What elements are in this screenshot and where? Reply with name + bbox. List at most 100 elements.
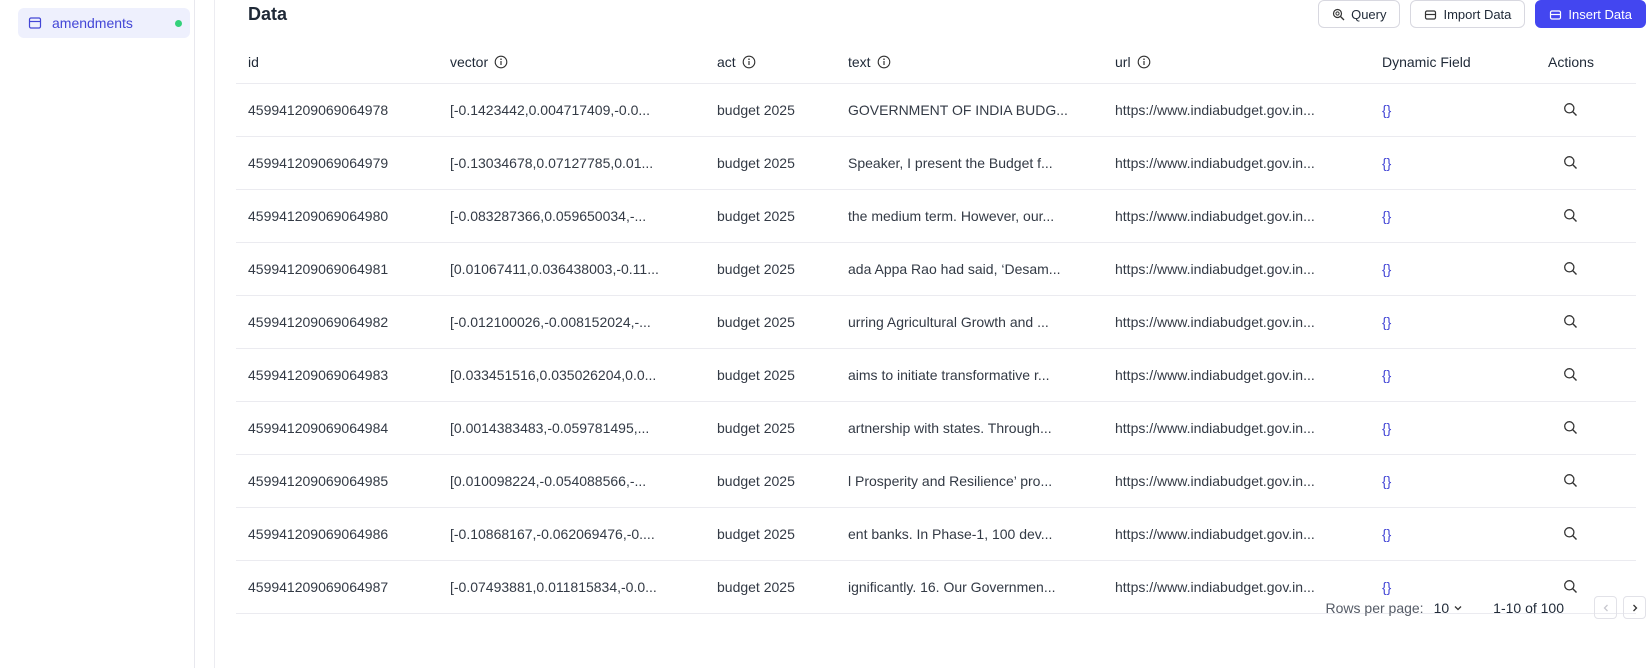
table-row[interactable]: 459941209069064982 [-0.012100026,-0.00815…	[236, 296, 1636, 349]
cell-vector: [-0.10868167,-0.062069476,-0....	[450, 526, 655, 542]
insert-button-label: Insert Data	[1568, 6, 1632, 22]
info-icon[interactable]	[877, 55, 891, 69]
cell-act: budget 2025	[717, 314, 795, 330]
info-icon[interactable]	[742, 55, 756, 69]
cell-act: budget 2025	[717, 526, 795, 542]
column-header-act[interactable]: act	[705, 54, 836, 70]
table-row[interactable]: 459941209069064983 [0.033451516,0.0350262…	[236, 349, 1636, 402]
cell-text: GOVERNMENT OF INDIA BUDG...	[848, 102, 1068, 118]
search-icon[interactable]	[1563, 261, 1579, 277]
query-button-label: Query	[1351, 6, 1387, 22]
table-row[interactable]: 459941209069064985 [0.010098224,-0.054088…	[236, 455, 1636, 508]
cell-url: https://www.indiabudget.gov.in...	[1115, 261, 1315, 277]
cell-actions	[1494, 155, 1636, 171]
column-header-url[interactable]: url	[1103, 54, 1370, 70]
search-icon[interactable]	[1563, 579, 1579, 595]
table-body: 459941209069064978 [-0.1423442,0.00471740…	[236, 84, 1636, 614]
cell-vector: [-0.07493881,0.011815834,-0.0...	[450, 579, 657, 595]
cell-text: ada Appa Rao had said, ‘Desam...	[848, 261, 1061, 277]
rows-per-page-select[interactable]: 10	[1434, 600, 1464, 616]
cell-actions	[1494, 314, 1636, 330]
search-icon[interactable]	[1563, 526, 1579, 542]
prev-page-button[interactable]	[1594, 596, 1617, 619]
rows-per-page-label: Rows per page:	[1325, 599, 1424, 616]
cell-act: budget 2025	[717, 261, 795, 277]
table-row[interactable]: 459941209069064984 [0.0014383483,-0.05978…	[236, 402, 1636, 455]
next-page-button[interactable]	[1623, 596, 1646, 619]
table-icon	[28, 16, 42, 30]
search-icon[interactable]	[1563, 208, 1579, 224]
cell-dynamic-field: {}	[1382, 579, 1392, 595]
cell-dynamic-field: {}	[1382, 314, 1392, 330]
cell-vector: [0.01067411,0.036438003,-0.11...	[450, 261, 659, 277]
import-data-button[interactable]: Import Data	[1410, 0, 1526, 28]
cell-url: https://www.indiabudget.gov.in...	[1115, 155, 1315, 171]
table-header: id vector act text url Dynamic Field Act…	[236, 40, 1636, 84]
info-icon[interactable]	[494, 55, 508, 69]
column-actions-label: Actions	[1548, 53, 1594, 70]
cell-id: 459941209069064979	[248, 155, 389, 171]
search-icon[interactable]	[1563, 314, 1579, 330]
cell-vector: [0.0014383483,-0.059781495,...	[450, 420, 650, 436]
cell-act: budget 2025	[717, 155, 795, 171]
cell-dynamic-field: {}	[1382, 261, 1392, 277]
cell-dynamic-field: {}	[1382, 473, 1392, 489]
collection-name: amendments	[52, 15, 133, 31]
search-icon[interactable]	[1563, 102, 1579, 118]
cell-vector: [-0.13034678,0.07127785,0.01...	[450, 155, 654, 171]
table-row[interactable]: 459941209069064979 [-0.13034678,0.0712778…	[236, 137, 1636, 190]
import-icon	[1424, 8, 1437, 21]
cell-text: aims to initiate transformative r...	[848, 367, 1050, 383]
column-header-actions: Actions	[1494, 54, 1636, 70]
pagination: Rows per page: 10 1-10 of 100	[1326, 596, 1646, 619]
column-header-id[interactable]: id	[236, 54, 438, 70]
table-row[interactable]: 459941209069064978 [-0.1423442,0.00471740…	[236, 84, 1636, 137]
search-icon[interactable]	[1563, 420, 1579, 436]
cell-actions	[1494, 367, 1636, 383]
cell-actions	[1494, 102, 1636, 118]
sidebar-item-collection[interactable]: amendments	[18, 8, 190, 38]
data-panel: Data Query Import Data Insert Data id ve…	[236, 0, 1649, 668]
column-vector-label: vector	[450, 53, 489, 70]
toolbar: Query Import Data Insert Data	[1318, 0, 1646, 28]
cell-id: 459941209069064982	[248, 314, 389, 330]
search-icon[interactable]	[1563, 367, 1579, 383]
cell-text: artnership with states. Through...	[848, 420, 1052, 436]
cell-act: budget 2025	[717, 473, 795, 489]
cell-url: https://www.indiabudget.gov.in...	[1115, 526, 1315, 542]
cell-dynamic-field: {}	[1382, 155, 1392, 171]
insert-data-button[interactable]: Insert Data	[1535, 0, 1646, 28]
cell-vector: [-0.083287366,0.059650034,-...	[450, 208, 647, 224]
cell-id: 459941209069064986	[248, 526, 389, 542]
cell-dynamic-field: {}	[1382, 367, 1392, 383]
table-row[interactable]: 459941209069064980 [-0.083287366,0.059650…	[236, 190, 1636, 243]
column-dynamic-label: Dynamic Field	[1382, 53, 1471, 70]
search-icon[interactable]	[1563, 473, 1579, 489]
column-id-label: id	[248, 53, 259, 70]
cell-act: budget 2025	[717, 420, 795, 436]
query-button[interactable]: Query	[1318, 0, 1401, 28]
cell-vector: [0.033451516,0.035026204,0.0...	[450, 367, 657, 383]
cell-vector: [0.010098224,-0.054088566,-...	[450, 473, 647, 489]
column-header-vector[interactable]: vector	[438, 54, 705, 70]
cell-text: the medium term. However, our...	[848, 208, 1055, 224]
cell-actions	[1494, 208, 1636, 224]
chevron-right-icon	[1632, 604, 1637, 611]
search-icon[interactable]	[1563, 155, 1579, 171]
cell-act: budget 2025	[717, 579, 795, 595]
cell-dynamic-field: {}	[1382, 102, 1392, 118]
table-row[interactable]: 459941209069064981 [0.01067411,0.03643800…	[236, 243, 1636, 296]
data-table: id vector act text url Dynamic Field Act…	[236, 40, 1636, 614]
column-header-text[interactable]: text	[836, 54, 1103, 70]
cell-id: 459941209069064983	[248, 367, 389, 383]
cell-text: ent banks. In Phase-1, 100 dev...	[848, 526, 1053, 542]
column-act-label: act	[717, 53, 736, 70]
column-header-dynamic-field: Dynamic Field	[1370, 54, 1494, 70]
rows-per-page-value: 10	[1433, 599, 1450, 616]
info-icon[interactable]	[1137, 55, 1151, 69]
table-row[interactable]: 459941209069064986 [-0.10868167,-0.062069…	[236, 508, 1636, 561]
cell-dynamic-field: {}	[1382, 420, 1392, 436]
cell-url: https://www.indiabudget.gov.in...	[1115, 473, 1315, 489]
cell-text: ignificantly. 16. Our Governmen...	[848, 579, 1056, 595]
cell-url: https://www.indiabudget.gov.in...	[1115, 208, 1315, 224]
